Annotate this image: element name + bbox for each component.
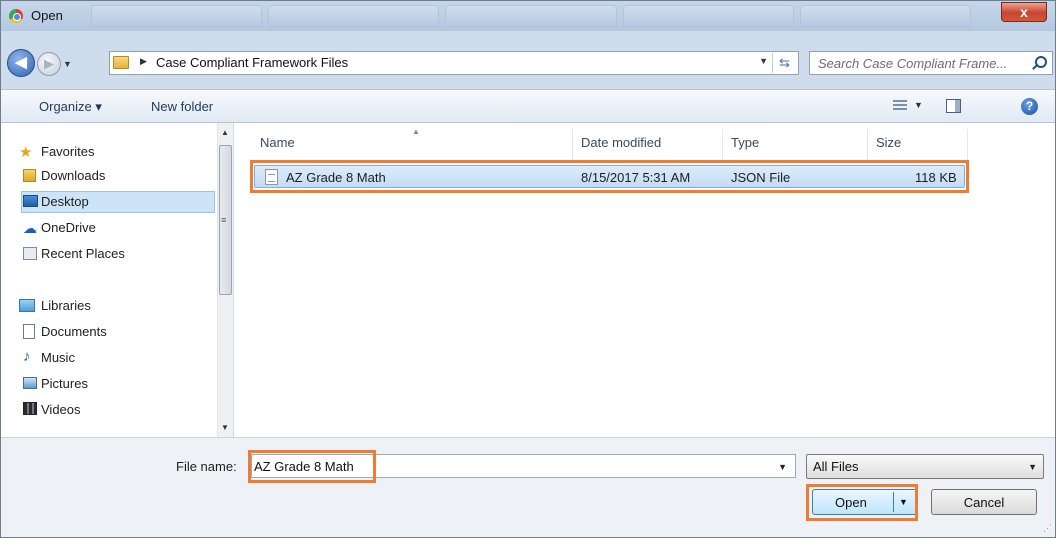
highlight-box bbox=[250, 160, 969, 193]
onedrive-icon: ☁ bbox=[23, 220, 37, 236]
highlight-box bbox=[248, 450, 376, 483]
breadcrumb-arrow-icon[interactable]: ▶ bbox=[140, 56, 147, 67]
column-divider[interactable] bbox=[967, 129, 968, 161]
dialog-footer: File name: AZ Grade 8 Math ▼ All Files ▼… bbox=[1, 437, 1055, 537]
view-options-dropdown-icon[interactable]: ▼ bbox=[914, 100, 923, 110]
cancel-button[interactable]: Cancel bbox=[931, 489, 1037, 515]
command-toolbar: Organize ▾ New folder ▼ ? bbox=[1, 89, 1055, 123]
column-header-type[interactable]: Type bbox=[731, 135, 759, 150]
search-icon[interactable] bbox=[1035, 56, 1047, 68]
scrollbar-grip-icon: ≡ bbox=[221, 215, 227, 225]
address-dropdown-icon[interactable]: ▼ bbox=[759, 56, 768, 66]
close-button[interactable]: x bbox=[1001, 2, 1047, 22]
title-bar: Open x bbox=[1, 1, 1055, 31]
breadcrumb[interactable]: Case Compliant Framework Files bbox=[156, 55, 348, 70]
refresh-icon[interactable]: ⇆ bbox=[772, 53, 796, 73]
scroll-up-icon[interactable]: ▲ bbox=[221, 128, 229, 137]
videos-icon bbox=[23, 402, 37, 415]
music-icon: ♪ bbox=[23, 348, 31, 365]
nav-item-videos[interactable]: Videos bbox=[41, 402, 81, 417]
file-name-dropdown-icon[interactable]: ▼ bbox=[778, 462, 787, 472]
column-divider[interactable] bbox=[867, 129, 868, 161]
forward-button[interactable]: ▶ bbox=[37, 52, 61, 76]
folder-icon bbox=[113, 56, 129, 69]
documents-icon bbox=[23, 324, 35, 339]
nav-item-documents[interactable]: Documents bbox=[41, 324, 107, 339]
column-divider[interactable] bbox=[722, 129, 723, 161]
file-list: ▲ Name Date modified Type Size AZ Grade … bbox=[234, 123, 1055, 437]
background-tab bbox=[268, 5, 440, 27]
column-divider[interactable] bbox=[572, 129, 573, 161]
new-folder-button[interactable]: New folder bbox=[151, 99, 213, 114]
column-header-date-modified[interactable]: Date modified bbox=[581, 135, 661, 150]
file-type-filter[interactable]: All Files ▼ bbox=[806, 454, 1044, 479]
highlight-box bbox=[806, 484, 918, 521]
scroll-down-icon[interactable]: ▼ bbox=[221, 423, 229, 432]
navigation-pane: ★ Favorites Downloads Desktop ☁ OneDrive… bbox=[1, 123, 233, 437]
star-icon: ★ bbox=[19, 144, 33, 161]
recent-locations-dropdown-icon[interactable]: ▼ bbox=[63, 59, 72, 69]
address-bar[interactable]: ▶ Case Compliant Framework Files ▼ ⇆ bbox=[109, 51, 799, 75]
open-file-dialog: Open x ◀ ▶ ▼ ▶ Case Compliant Framework … bbox=[0, 0, 1056, 538]
background-tab bbox=[622, 5, 794, 27]
downloads-folder-icon bbox=[23, 169, 36, 182]
resize-grip-icon[interactable]: ⋰ bbox=[1043, 523, 1052, 534]
background-tab bbox=[799, 5, 972, 27]
help-icon[interactable]: ? bbox=[1021, 98, 1038, 115]
libraries-icon bbox=[19, 299, 35, 312]
address-row: ◀ ▶ ▼ ▶ Case Compliant Framework Files ▼… bbox=[1, 31, 1055, 89]
background-browser-tabs bbox=[91, 5, 972, 27]
nav-scrollbar[interactable]: ▲ ≡ ▼ bbox=[217, 123, 233, 437]
recent-places-icon bbox=[23, 247, 37, 260]
pictures-icon bbox=[23, 377, 37, 389]
nav-item-recent-places[interactable]: Recent Places bbox=[41, 246, 125, 261]
file-type-filter-value: All Files bbox=[813, 459, 859, 474]
cancel-button-label: Cancel bbox=[963, 495, 1005, 510]
nav-item-onedrive[interactable]: OneDrive bbox=[41, 220, 96, 235]
nav-item-downloads[interactable]: Downloads bbox=[41, 168, 105, 183]
desktop-icon bbox=[23, 195, 38, 207]
chevron-down-icon[interactable]: ▼ bbox=[1028, 462, 1037, 472]
nav-item-libraries[interactable]: Libraries bbox=[41, 298, 91, 313]
sort-ascending-icon: ▲ bbox=[412, 127, 420, 136]
background-tab bbox=[445, 5, 617, 27]
back-button[interactable]: ◀ bbox=[7, 49, 35, 77]
nav-item-favorites[interactable]: Favorites bbox=[41, 144, 94, 159]
change-view-icon[interactable] bbox=[893, 100, 907, 112]
nav-item-music[interactable]: Music bbox=[41, 350, 75, 365]
column-header-size[interactable]: Size bbox=[876, 135, 901, 150]
window-title: Open bbox=[31, 8, 63, 23]
background-tab bbox=[91, 5, 263, 27]
chrome-app-icon bbox=[9, 9, 23, 23]
preview-pane-icon[interactable] bbox=[946, 99, 961, 113]
nav-item-pictures[interactable]: Pictures bbox=[41, 376, 88, 391]
organize-button[interactable]: Organize ▾ bbox=[39, 99, 102, 115]
search-input[interactable]: Search Case Compliant Frame... bbox=[809, 51, 1053, 75]
search-placeholder: Search Case Compliant Frame... bbox=[818, 56, 1008, 71]
column-header-name[interactable]: Name bbox=[260, 135, 295, 150]
nav-item-desktop[interactable]: Desktop bbox=[41, 194, 89, 209]
file-name-label: File name: bbox=[176, 459, 237, 474]
